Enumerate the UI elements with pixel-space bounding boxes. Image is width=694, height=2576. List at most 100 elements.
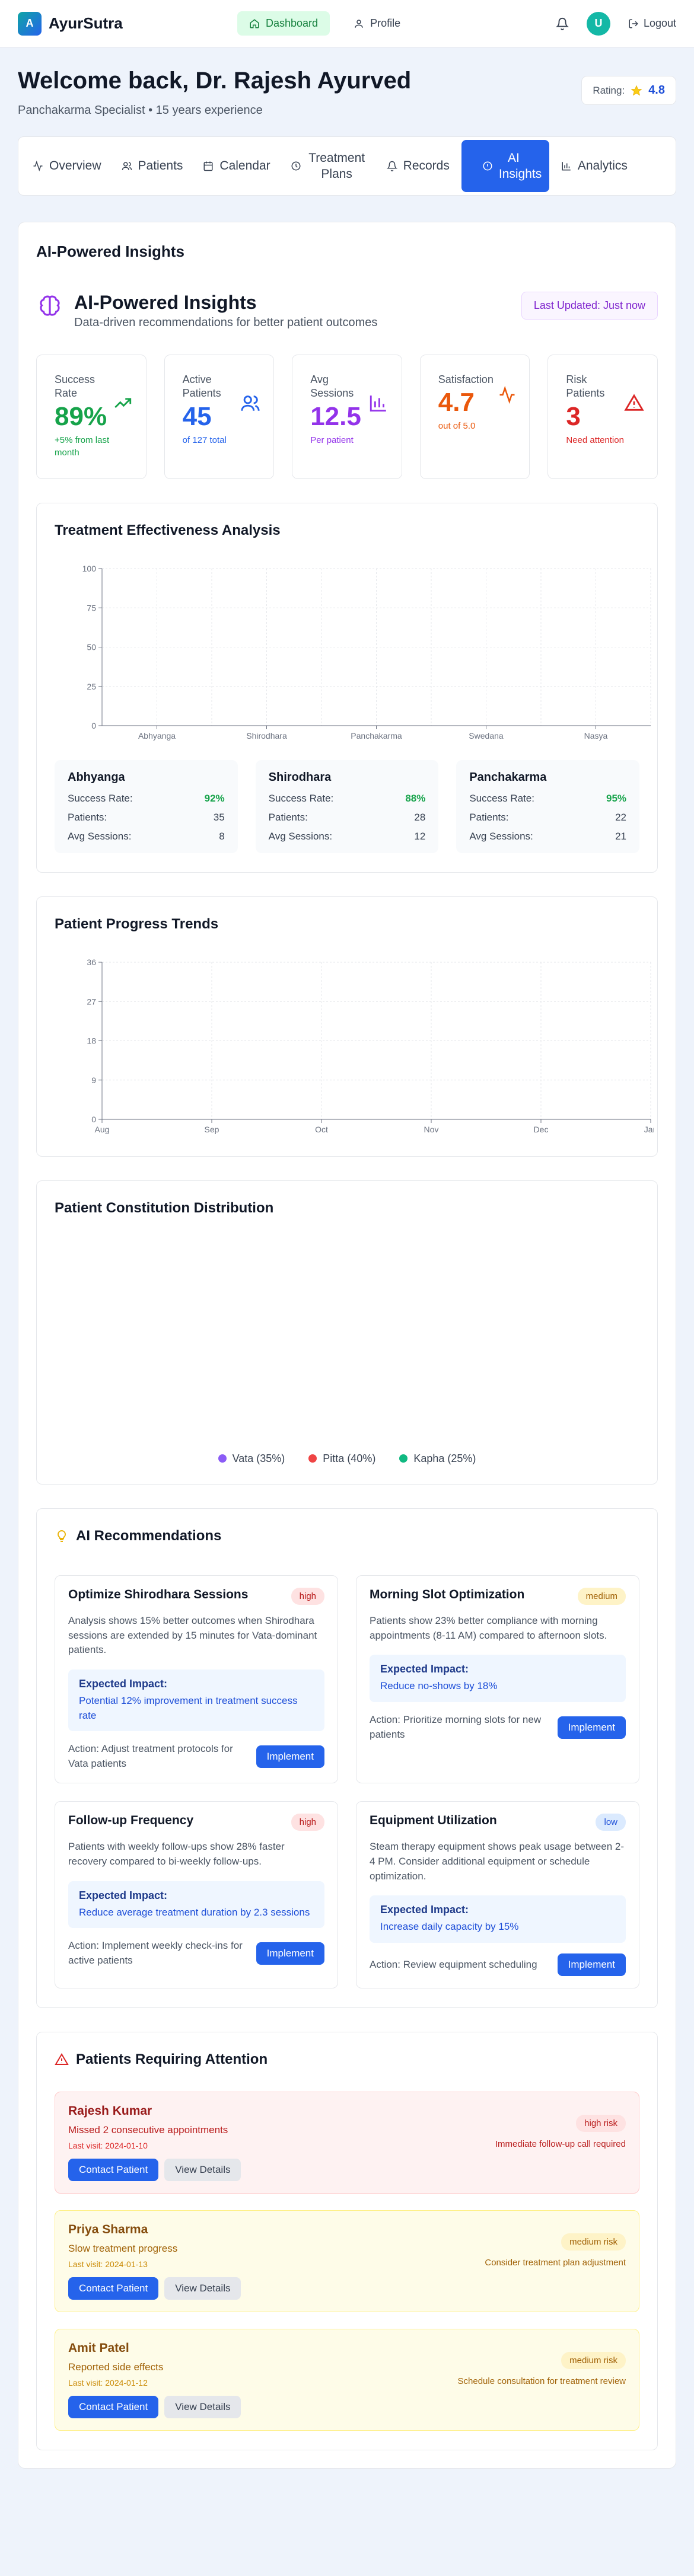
contact-patient-button[interactable]: Contact Patient xyxy=(68,2396,159,2419)
tab-patients[interactable]: Patients xyxy=(113,140,192,192)
y-tick-label: 0 xyxy=(91,721,96,730)
avatar[interactable]: U xyxy=(586,11,610,36)
activity-icon xyxy=(499,386,515,404)
brand[interactable]: A AyurSutra xyxy=(18,11,123,36)
priority-badge: high xyxy=(291,1814,324,1831)
tab-overview[interactable]: Overview xyxy=(24,140,110,192)
star-icon xyxy=(631,85,642,95)
rating-label: Rating: xyxy=(593,84,625,96)
implement-button[interactable]: Implement xyxy=(256,1942,324,1965)
x-tick-label: Aug xyxy=(95,1125,110,1134)
stat-label: Active Patients xyxy=(182,374,221,400)
recommendation-desc: Analysis shows 15% better outcomes when … xyxy=(68,1615,317,1656)
view-details-button[interactable]: View Details xyxy=(164,2396,241,2419)
ai-recommendations-card: AI Recommendations Optimize Shirodhara S… xyxy=(36,1508,658,2009)
y-tick-label: 75 xyxy=(87,603,96,612)
success-label: Success Rate: xyxy=(68,793,133,804)
contact-patient-button[interactable]: Contact Patient xyxy=(68,2277,159,2300)
legend-label: Kapha (25%) xyxy=(413,1453,476,1464)
stat-label: Satisfaction xyxy=(438,374,494,385)
view-details-button[interactable]: View Details xyxy=(164,2159,241,2182)
chart-legend: Vata (35%) Pitta (40%) Kapha (25%) xyxy=(55,1453,639,1465)
tab-calendar[interactable]: Calendar xyxy=(195,140,278,192)
effectiveness-card-shirodhara: Shirodhara Success Rate: 88% Patients: 28 … xyxy=(255,760,439,853)
nav-dashboard-link[interactable]: Dashboard xyxy=(237,11,330,36)
x-tick-label: Panchakarma xyxy=(351,731,402,740)
tab-bar: Overview Patients Calendar Treatment Pla… xyxy=(18,136,676,196)
recommended-action: Consider treatment plan adjustment xyxy=(485,2258,626,2268)
tab-ai-insights[interactable]: AI Insights xyxy=(461,140,549,192)
recommendation-action: Action: Prioritize morning slots for new… xyxy=(370,1713,542,1740)
x-tick-label: Oct xyxy=(315,1125,328,1134)
nav-profile-label: Profile xyxy=(370,17,401,29)
stat-card-risk-patients: Risk Patients 3 Need attention xyxy=(547,355,658,479)
y-tick-label: 27 xyxy=(87,997,96,1006)
legend-item-kapha: Kapha (25%) xyxy=(399,1453,476,1465)
users-icon xyxy=(122,162,132,170)
recommendation-card: Morning Slot Optimization medium Patient… xyxy=(356,1575,639,1784)
calendar-icon xyxy=(203,161,213,171)
y-tick-label: 36 xyxy=(87,957,96,967)
x-tick-label: Nov xyxy=(424,1125,439,1134)
impact-text: Reduce average treatment duration by 2.3… xyxy=(79,1906,310,1918)
tab-records[interactable]: Records xyxy=(378,140,458,192)
insights-subtitle: Data-driven recommendations for better p… xyxy=(74,316,378,329)
avg-label: Avg Sessions: xyxy=(469,831,533,842)
alert-triangle-icon xyxy=(624,394,644,411)
stat-note: out of 5.0 xyxy=(438,421,476,432)
legend-label: Pitta (40%) xyxy=(323,1453,376,1464)
user-icon xyxy=(355,19,363,28)
section-title: AI Recommendations xyxy=(76,1528,222,1544)
welcome-section: Welcome back, Dr. Rajesh Ayurved Panchak… xyxy=(0,47,694,136)
tab-analytics[interactable]: Analytics xyxy=(553,140,636,192)
x-tick-label: Abhyanga xyxy=(138,731,176,740)
recommendation-desc: Patients with weekly follow-ups show 28%… xyxy=(68,1841,285,1868)
activity-icon xyxy=(33,161,43,171)
contact-patient-button[interactable]: Contact Patient xyxy=(68,2159,159,2182)
effectiveness-cards: Abhyanga Success Rate: 92% Patients: 35 Av… xyxy=(55,760,640,853)
implement-button[interactable]: Implement xyxy=(557,1953,626,1977)
x-tick-label: Swedana xyxy=(469,731,504,740)
treatment-name: Panchakarma xyxy=(469,771,547,784)
tab-treatment-plans[interactable]: Treatment Plans xyxy=(282,140,375,192)
rating-value: 4.8 xyxy=(648,84,665,97)
stat-label: Success Rate xyxy=(55,374,95,400)
priority-badge: low xyxy=(596,1814,626,1831)
home-icon xyxy=(250,18,259,28)
stat-card-active-patients: Active Patients 45 of 127 total xyxy=(164,355,275,479)
treatment-name: Shirodhara xyxy=(268,771,332,784)
recommendation-desc: Steam therapy equipment shows peak usage… xyxy=(370,1841,625,1882)
info-icon xyxy=(483,161,492,171)
effectiveness-card-panchakarma: Panchakarma Success Rate: 95% Patients: 22… xyxy=(456,760,640,853)
stat-note: Need attention xyxy=(566,435,624,445)
patients-label: Patients: xyxy=(268,812,308,823)
stat-card-avg-sessions: Avg Sessions 12.5 Per patient xyxy=(292,355,402,479)
recommendation-card: Equipment Utilization low Steam therapy … xyxy=(356,1801,639,1989)
nav-profile-link[interactable]: Profile xyxy=(342,11,412,36)
y-tick-label: 0 xyxy=(91,1115,96,1124)
implement-button[interactable]: Implement xyxy=(557,1716,626,1739)
avg-value: 21 xyxy=(615,831,627,842)
implement-button[interactable]: Implement xyxy=(256,1745,324,1768)
view-details-button[interactable]: View Details xyxy=(164,2277,241,2300)
effectiveness-bar-chart: 0 25 50 75 100 Abhyanga Shirodhara Panchakarma S… xyxy=(55,563,651,743)
rating-badge: Rating: 4.8 xyxy=(581,76,676,105)
logout-button[interactable]: Logout xyxy=(628,17,676,30)
trending-up-icon xyxy=(114,398,131,408)
stat-label: Risk Patients xyxy=(566,374,605,400)
impact-box: Expected Impact: Increase daily capacity… xyxy=(370,1895,626,1943)
recommendation-action: Action: Review equipment scheduling xyxy=(370,1958,537,1970)
avg-label: Avg Sessions: xyxy=(68,831,132,842)
impact-heading: Expected Impact: xyxy=(79,1677,168,1690)
tab-overview-label: Overview xyxy=(49,159,101,173)
recommendation-card: Optimize Shirodhara Sessions high Analys… xyxy=(55,1575,338,1784)
y-tick-label: 18 xyxy=(87,1036,96,1046)
progress-chart-svg: 0 9 18 27 36 Aug Sep Oct Nov Dec Jan xyxy=(87,957,657,1134)
impact-box: Expected Impact: Potential 12% improveme… xyxy=(68,1669,324,1732)
y-tick-label: 50 xyxy=(87,643,96,652)
constitution-pie-chart xyxy=(55,1217,639,1442)
last-updated-badge: Last Updated: Just now xyxy=(521,292,658,320)
bell-icon[interactable] xyxy=(555,17,569,30)
priority-badge: high xyxy=(291,1588,324,1605)
success-value: 92% xyxy=(204,793,225,804)
